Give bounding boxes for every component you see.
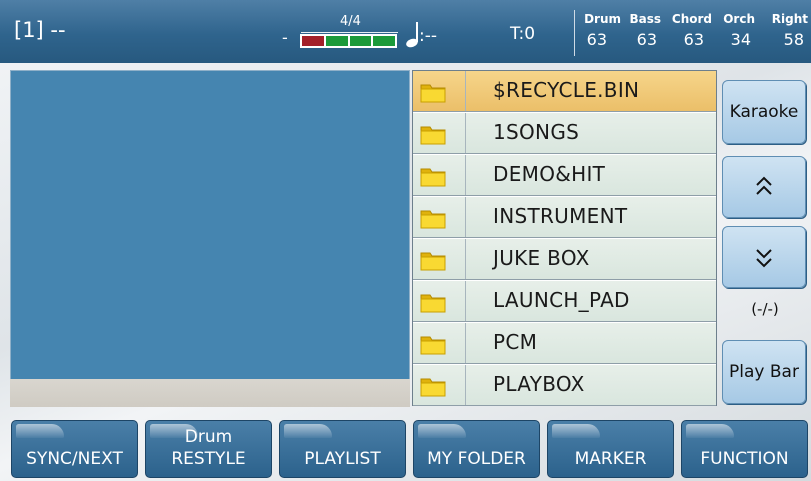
mixer-orch: Orch 34 — [723, 12, 755, 49]
softkey-label: FUNCTION — [700, 449, 789, 469]
note-value: :-- — [419, 26, 437, 46]
file-list-row[interactable]: $RECYCLE.BIN — [413, 71, 716, 112]
softkey-label: MARKER — [574, 449, 647, 469]
softkey-6[interactable]: FUNCTION — [681, 420, 808, 478]
column-divider — [465, 155, 466, 195]
folder-icon — [420, 168, 446, 187]
file-browser-list: $RECYCLE.BIN 1SONGS DEMO&HIT INSTRUMENT JUKE… — [412, 70, 717, 406]
divider — [574, 10, 575, 56]
song-position: [1] -- — [14, 18, 66, 42]
column-divider — [465, 239, 466, 279]
time-signature: 4/4 — [340, 14, 361, 29]
karaoke-label: Karaoke — [729, 102, 799, 122]
file-list-row[interactable]: PLAYBOX — [413, 365, 716, 406]
folder-name: 1SONGS — [493, 120, 580, 144]
play-bar-label: Play Bar — [729, 362, 799, 382]
play-bar-button[interactable]: Play Bar — [722, 340, 806, 404]
softkey-label: SYNC/NEXT — [26, 449, 123, 469]
meter-dash: - — [282, 28, 288, 47]
softkey-1[interactable]: SYNC/NEXT — [11, 420, 138, 478]
softkey-label: PLAYLIST — [304, 449, 381, 469]
status-bar: [1] -- - 4/4 :-- T:0 Drum 63 Bass 63 Cho… — [0, 0, 811, 63]
folder-icon — [420, 378, 446, 397]
meter-divider — [301, 32, 398, 33]
page-indicator: (-/-) — [751, 300, 779, 318]
folder-icon — [420, 294, 446, 313]
beat-light — [325, 36, 348, 46]
karaoke-button[interactable]: Karaoke — [722, 80, 806, 144]
column-divider — [465, 365, 466, 405]
folder-name: JUKE BOX — [493, 246, 590, 270]
softkey-top-label: Drum — [184, 427, 233, 447]
folder-icon — [420, 252, 446, 271]
softkey-3[interactable]: PLAYLIST — [279, 420, 406, 478]
beat-light — [302, 36, 324, 46]
beat-light — [373, 36, 395, 46]
double-chevron-down-icon — [756, 249, 772, 268]
column-divider — [465, 197, 466, 237]
page-up-button[interactable] — [722, 156, 806, 218]
beat-light — [349, 36, 372, 46]
folder-icon — [420, 84, 446, 103]
double-chevron-up-icon — [756, 176, 772, 195]
folder-icon — [420, 210, 446, 229]
softkey-2[interactable]: Drum RESTYLE — [145, 420, 272, 478]
mixer-chord: Chord 63 — [671, 12, 712, 49]
softkey-label: RESTYLE — [171, 449, 246, 469]
folder-icon — [420, 126, 446, 145]
tempo-readout: T:0 — [510, 24, 536, 44]
file-list-row[interactable]: 1SONGS — [413, 113, 716, 154]
column-divider — [465, 323, 466, 363]
preview-info-strip — [10, 379, 410, 407]
softkey-5[interactable]: MARKER — [547, 420, 674, 478]
file-list-row[interactable]: PCM — [413, 323, 716, 364]
file-list-row[interactable]: JUKE BOX — [413, 239, 716, 280]
folder-icon — [420, 336, 446, 355]
column-divider — [465, 281, 466, 321]
mixer-drum: Drum 63 — [584, 12, 621, 49]
mixer-right: Right 58 — [771, 12, 808, 49]
folder-name: LAUNCH_PAD — [493, 288, 630, 312]
preview-panel — [10, 70, 410, 380]
file-list-row[interactable]: INSTRUMENT — [413, 197, 716, 238]
file-list-row[interactable]: DEMO&HIT — [413, 155, 716, 196]
mixer-bass: Bass 63 — [629, 12, 661, 49]
beat-indicator — [300, 34, 397, 48]
folder-name: PCM — [493, 330, 538, 354]
folder-name: INSTRUMENT — [493, 204, 628, 228]
softkey-label: MY FOLDER — [427, 449, 526, 469]
file-list-row[interactable]: LAUNCH_PAD — [413, 281, 716, 322]
column-divider — [465, 113, 466, 153]
folder-name: PLAYBOX — [493, 372, 585, 396]
column-divider — [465, 71, 466, 111]
softkey-4[interactable]: MY FOLDER — [413, 420, 540, 478]
page-down-button[interactable] — [722, 226, 806, 288]
folder-name: DEMO&HIT — [493, 162, 606, 186]
folder-name: $RECYCLE.BIN — [493, 78, 640, 102]
